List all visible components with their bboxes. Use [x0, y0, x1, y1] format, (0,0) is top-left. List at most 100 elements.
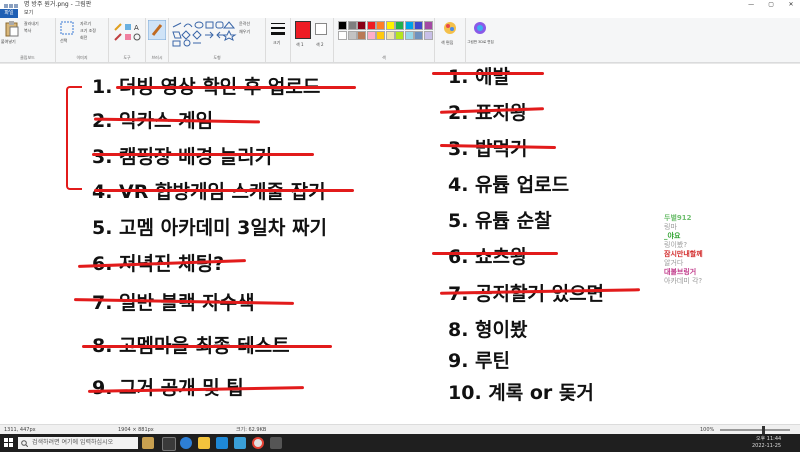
chat-message: 아카데미 각?: [664, 277, 703, 285]
strike-left-8: [82, 345, 332, 348]
colors-group-label: 색: [382, 55, 386, 60]
todo-item-left: 9. 그거 공개 및 팁: [92, 373, 244, 400]
copy-button[interactable]: 복사: [24, 28, 31, 34]
color1-swatch[interactable]: [295, 21, 311, 39]
palette-swatch[interactable]: [347, 21, 357, 30]
color2-swatch[interactable]: [315, 23, 327, 35]
palette-swatch[interactable]: [414, 31, 423, 40]
svg-text:A: A: [134, 24, 139, 32]
size-icon[interactable]: [271, 22, 285, 36]
resize-button[interactable]: 크기 조정: [80, 28, 96, 34]
select-label[interactable]: 선택: [60, 38, 67, 44]
todo-item-right: 10. 계록 or 돚거: [448, 382, 594, 404]
palette-swatch[interactable]: [385, 31, 395, 40]
paint3d-icon[interactable]: [473, 21, 487, 35]
close-button[interactable]: ✕: [782, 0, 800, 9]
chrome-icon[interactable]: [252, 437, 264, 449]
paint3d-label[interactable]: 그림판 3D로 편집: [467, 40, 494, 45]
todo-item-right: 4. 유튭 업로드: [448, 174, 570, 196]
fill-button[interactable]: 채우기: [239, 29, 250, 35]
shapes-group-label: 도형: [213, 55, 221, 60]
tools-group-label: 도구: [123, 55, 131, 60]
palette-swatch[interactable]: [366, 21, 376, 30]
tools-group: A 도구: [109, 18, 146, 62]
search-icon: [21, 440, 28, 447]
window-title: 명 방주 원거.png - 그림판: [24, 1, 92, 8]
shapes-gallery-icon[interactable]: [171, 21, 237, 47]
crop-button[interactable]: 자르기: [80, 21, 91, 27]
zoom-slider-thumb[interactable]: [762, 426, 765, 434]
view-tab[interactable]: 보기: [24, 9, 33, 18]
palette-swatch[interactable]: [366, 31, 376, 40]
size-group: 크기: [266, 18, 291, 62]
palette-swatch[interactable]: [395, 21, 404, 30]
clock-time[interactable]: 오후 11:44: [756, 435, 781, 442]
color2-label[interactable]: 색 2: [316, 42, 324, 48]
vscode-icon[interactable]: [216, 437, 228, 449]
paint-taskbar-icon[interactable]: [234, 437, 246, 449]
palette-swatch[interactable]: [423, 31, 433, 40]
maximize-button[interactable]: ▢: [762, 0, 780, 9]
size-label[interactable]: 크기: [273, 40, 280, 46]
todo-item-right: 8. 형이봤: [448, 319, 528, 341]
paint3d-group: 그림판 3D로 편집: [466, 18, 494, 62]
palette-swatch[interactable]: [423, 21, 433, 30]
palette-swatch[interactable]: [385, 21, 395, 30]
chat-username: 두별912: [664, 214, 692, 222]
taskbar: 검색하려면 여기에 입력하십시오 오후 11:44 2022-11-25: [0, 434, 800, 452]
paste-icon[interactable]: [5, 21, 19, 37]
select-icon[interactable]: [60, 21, 74, 35]
news-widget-icon[interactable]: [142, 437, 154, 449]
taskbar-search-input[interactable]: 검색하려면 여기에 입력하십시오: [18, 437, 138, 449]
clock-date[interactable]: 2022-11-25: [752, 443, 781, 449]
ribbon: 붙여넣기 잘라내기 복사 클립보드 선택 자르기 크기 조정 회전 이미지 A …: [0, 18, 800, 63]
cut-button[interactable]: 잘라내기: [24, 21, 39, 27]
paste-label[interactable]: 붙여넣기: [1, 39, 16, 45]
palette-swatch[interactable]: [357, 21, 366, 30]
palette-swatch[interactable]: [404, 31, 414, 40]
clipboard-group: 붙여넣기 잘라내기 복사 클립보드: [0, 18, 56, 62]
edit-colors-icon[interactable]: [443, 21, 457, 35]
palette-swatch[interactable]: [357, 31, 366, 40]
chat-username: 대불브링거: [664, 268, 697, 276]
strike-left-3: [92, 153, 314, 156]
tools-icons[interactable]: A: [113, 22, 143, 44]
palette-group: 색: [334, 18, 435, 62]
clipboard-group-label: 클립보드: [20, 55, 35, 60]
strike-left-1: [116, 86, 356, 89]
app-icon[interactable]: [270, 437, 282, 449]
rotate-button[interactable]: 회전: [80, 35, 87, 41]
windows-start-icon[interactable]: [4, 438, 14, 448]
todo-item-right: 9. 루틴: [448, 350, 511, 372]
quick-access-toolbar[interactable]: [4, 2, 20, 8]
brush-icon[interactable]: [148, 20, 166, 40]
palette-swatch[interactable]: [347, 31, 357, 40]
minimize-button[interactable]: —: [742, 0, 760, 9]
todo-item-left: 5. 고멤 아카데미 3일차 짜기: [92, 217, 327, 239]
edit-colors-group: 색 편집: [435, 18, 466, 62]
palette-swatch[interactable]: [338, 31, 347, 40]
brushes-group-label: 브러시: [151, 55, 163, 60]
palette-swatch[interactable]: [376, 31, 385, 40]
edge-icon[interactable]: [180, 437, 192, 449]
search-placeholder: 검색하려면 여기에 입력하십시오: [32, 439, 114, 446]
strike-left-4: [94, 189, 354, 192]
palette-swatch[interactable]: [404, 21, 414, 30]
strike-right-1: [432, 72, 544, 75]
palette-swatch[interactable]: [395, 31, 404, 40]
todo-item-right: 6. 쇼츠왕: [448, 246, 528, 268]
chat-username: _야요: [664, 232, 681, 240]
chat-username: 잠시만내할께: [664, 250, 703, 258]
edit-colors-label[interactable]: 색 편집: [441, 40, 453, 46]
file-explorer-icon[interactable]: [198, 437, 210, 449]
stream-chat-overlay: 두별912 링마 _야요 링이봤? 잠시만내할께 알거다 대불브링거 아카데미 각?: [664, 214, 794, 286]
chat-message: 알거다: [664, 259, 684, 267]
outline-button[interactable]: 윤곽선: [239, 21, 250, 27]
palette-swatch[interactable]: [376, 21, 385, 30]
palette-swatch[interactable]: [338, 21, 347, 30]
file-tab[interactable]: 파일: [0, 9, 18, 18]
palette-swatch[interactable]: [414, 21, 423, 30]
zoom-slider[interactable]: [720, 426, 790, 434]
color1-label[interactable]: 색 1: [296, 42, 304, 48]
task-view-icon[interactable]: [162, 437, 176, 451]
